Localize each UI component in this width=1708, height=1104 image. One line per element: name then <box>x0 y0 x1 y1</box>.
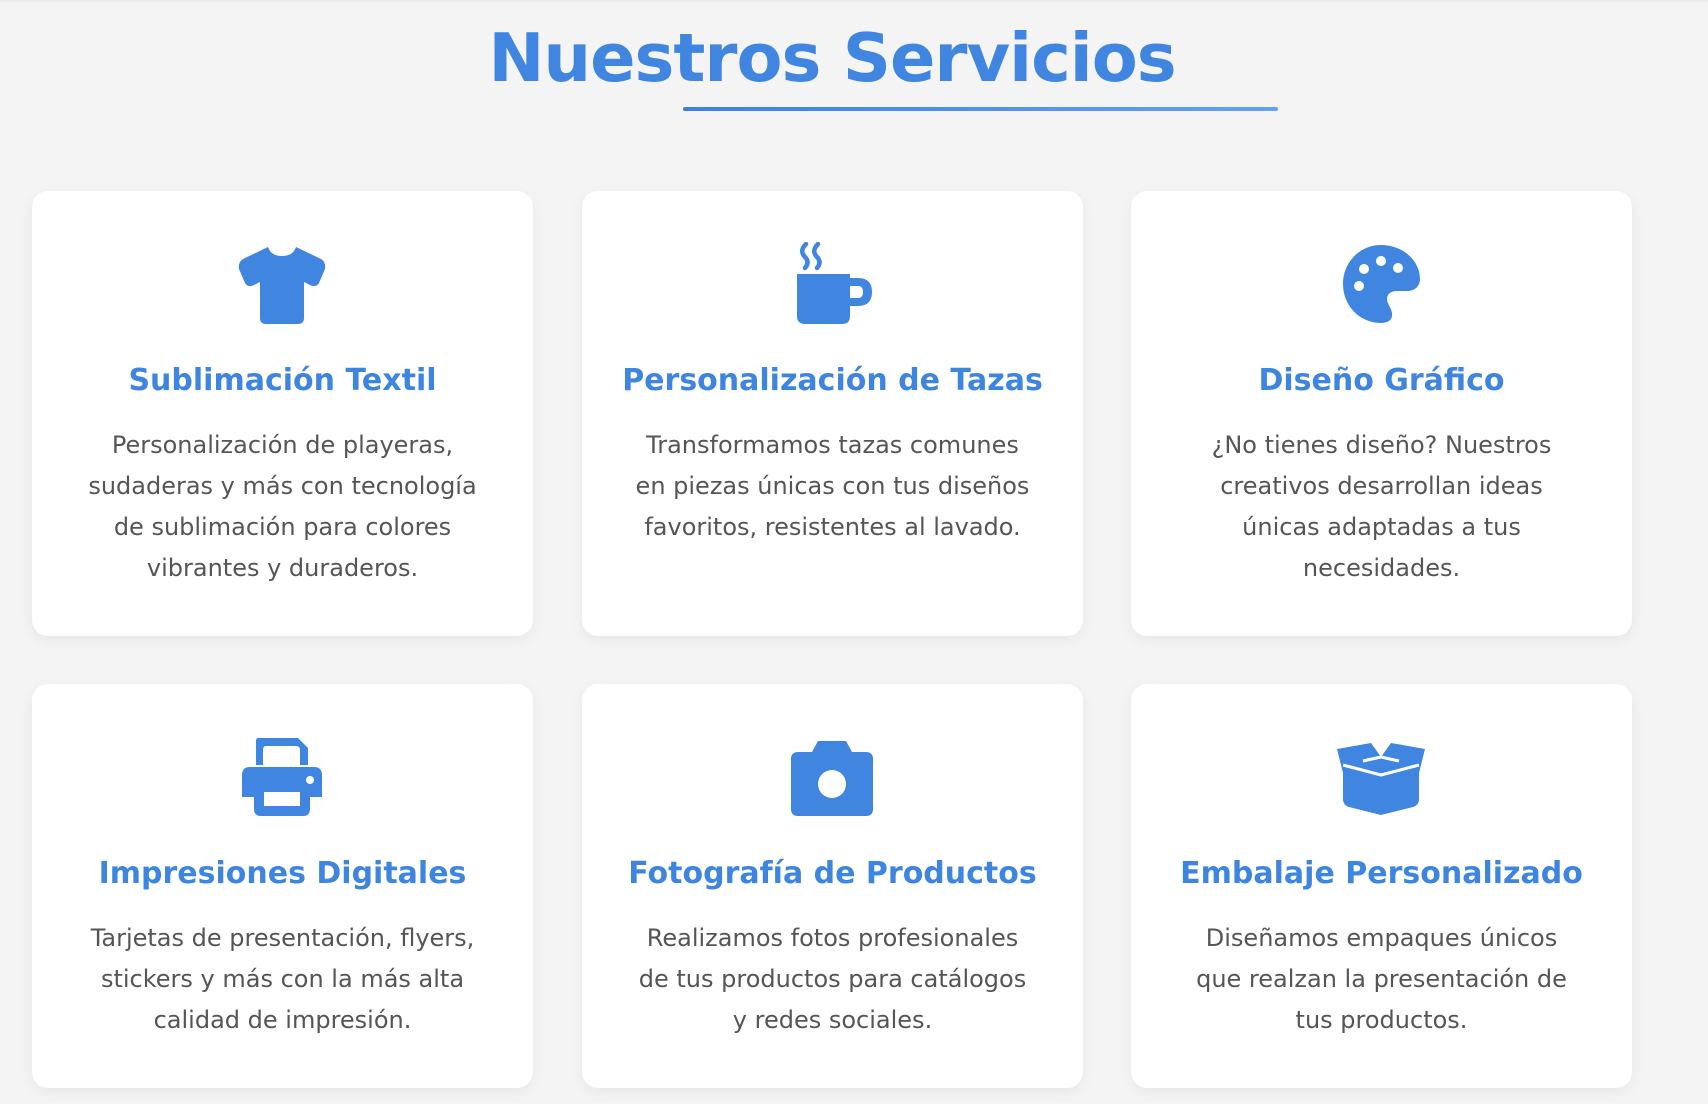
service-card-tazas[interactable]: Personalización de Tazas Transformamos t… <box>582 191 1083 636</box>
service-title: Embalaje Personalizado <box>1180 856 1583 891</box>
service-title: Fotografía de Productos <box>628 856 1037 891</box>
mug-hot-icon <box>786 242 878 326</box>
service-card-diseno[interactable]: Diseño Gráfico ¿No tienes diseño? Nuestr… <box>1131 191 1632 636</box>
service-title: Sublimación Textil <box>128 363 437 398</box>
service-description: Tarjetas de presentación, flyers, sticke… <box>90 924 475 1034</box>
camera-icon <box>786 735 878 819</box>
box-open-icon <box>1335 735 1427 819</box>
title-underline <box>683 107 1278 111</box>
top-divider <box>0 0 1708 2</box>
service-card-sublimacion[interactable]: Sublimación Textil Personalización de pl… <box>32 191 533 636</box>
service-description: Personalización de playeras, sudaderas y… <box>88 431 477 582</box>
service-description: Transformamos tazas comunes en piezas ún… <box>635 431 1030 541</box>
palette-icon <box>1335 242 1427 326</box>
service-title: Impresiones Digitales <box>98 856 467 891</box>
service-card-fotografia[interactable]: Fotografía de Productos Realizamos fotos… <box>582 684 1083 1088</box>
tshirt-icon <box>236 242 328 326</box>
service-card-impresiones[interactable]: Impresiones Digitales Tarjetas de presen… <box>32 684 533 1088</box>
service-description: Realizamos fotos profesionales de tus pr… <box>638 924 1027 1034</box>
service-description: Diseñamos empaques únicos que realzan la… <box>1196 924 1567 1034</box>
service-description: ¿No tienes diseño? Nuestros creativos de… <box>1211 431 1552 582</box>
service-card-embalaje[interactable]: Embalaje Personalizado Diseñamos empaque… <box>1131 684 1632 1088</box>
service-title: Personalización de Tazas <box>622 363 1043 398</box>
printer-icon <box>236 735 328 819</box>
service-title: Diseño Gráfico <box>1258 363 1505 398</box>
section-title: Nuestros Servicios <box>488 19 1176 97</box>
